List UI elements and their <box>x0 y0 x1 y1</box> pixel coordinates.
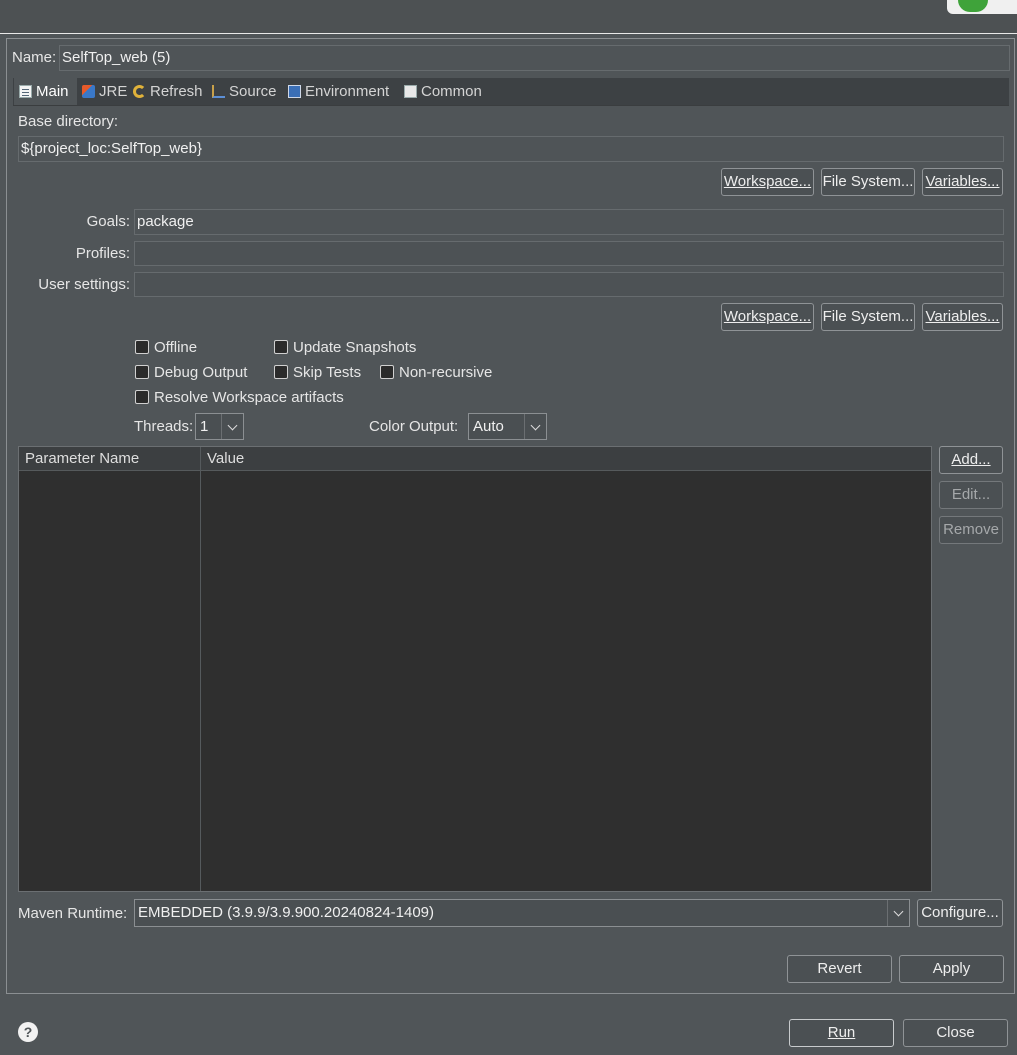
offline-checkbox[interactable] <box>135 340 149 354</box>
button-label: Variables... <box>925 173 1000 190</box>
add-parameter-button[interactable]: Add... <box>939 446 1003 474</box>
base-workspace-button[interactable]: Workspace... <box>721 168 814 196</box>
parameters-table[interactable] <box>18 446 932 892</box>
goals-field[interactable]: package <box>134 209 1004 235</box>
maven-runtime-value: EMBEDDED (3.9.9/3.9.900.20240824-1409) <box>138 904 435 921</box>
threads-label: Threads: <box>134 418 194 435</box>
tab-label: Environment <box>305 83 390 100</box>
column-divider <box>200 447 201 891</box>
apply-button[interactable]: Apply <box>899 955 1004 983</box>
color-output-label: Color Output: <box>369 418 459 435</box>
update-snapshots-label: Update Snapshots <box>293 339 417 356</box>
threads-select[interactable]: 1 <box>195 413 244 440</box>
edit-parameter-button[interactable]: Edit... <box>939 481 1003 509</box>
button-label: Close <box>936 1024 975 1041</box>
debug-output-label: Debug Output <box>154 364 248 381</box>
button-label: Apply <box>932 960 971 977</box>
base-directory-label: Base directory: <box>18 113 119 130</box>
settings-file-system-button[interactable]: File System... <box>821 303 915 331</box>
base-file-system-button[interactable]: File System... <box>821 168 915 196</box>
button-label: File System... <box>822 308 914 325</box>
close-button[interactable]: Close <box>903 1019 1008 1047</box>
tab-jre[interactable]: JRE <box>82 78 127 105</box>
debug-output-checkbox[interactable] <box>135 365 149 379</box>
common-icon <box>404 85 417 98</box>
user-settings-field[interactable] <box>134 272 1004 297</box>
tab-main[interactable]: Main <box>14 78 77 105</box>
goals-label: Goals: <box>86 213 130 230</box>
name-label: Name: <box>12 49 57 66</box>
configure-runtime-button[interactable]: Configure... <box>917 899 1003 927</box>
button-label: Remove <box>943 521 999 538</box>
resolve-workspace-checkbox[interactable] <box>135 390 149 404</box>
chevron-down-icon <box>221 414 243 439</box>
profiles-label: Profiles: <box>75 245 130 262</box>
tab-label: Source <box>229 83 277 100</box>
maven-runtime-label: Maven Runtime: <box>18 905 128 922</box>
update-snapshots-checkbox[interactable] <box>274 340 288 354</box>
base-directory-field[interactable]: ${project_loc:SelfTop_web} <box>18 136 1004 162</box>
jre-icon <box>82 85 95 98</box>
tab-source[interactable]: Source <box>212 78 277 105</box>
button-label: Add... <box>951 451 991 468</box>
non-recursive-checkbox[interactable] <box>380 365 394 379</box>
button-label: Variables... <box>925 308 1000 325</box>
tab-common[interactable]: Common <box>404 78 482 105</box>
name-field[interactable]: SelfTop_web (5) <box>59 45 1010 71</box>
button-label: Workspace... <box>723 308 812 325</box>
skip-tests-checkbox[interactable] <box>274 365 288 379</box>
button-label: File System... <box>822 173 914 190</box>
button-label: Workspace... <box>723 173 812 190</box>
threads-value: 1 <box>200 418 209 435</box>
settings-workspace-button[interactable]: Workspace... <box>721 303 814 331</box>
base-variables-button[interactable]: Variables... <box>922 168 1003 196</box>
offline-label: Offline <box>154 339 198 356</box>
settings-variables-button[interactable]: Variables... <box>922 303 1003 331</box>
remove-parameter-button[interactable]: Remove <box>939 516 1003 544</box>
column-header-value[interactable]: Value <box>201 447 931 471</box>
skip-tests-label: Skip Tests <box>293 364 362 381</box>
button-label: Edit... <box>951 486 991 503</box>
main-tab-icon <box>19 85 32 98</box>
tab-label: JRE <box>99 83 128 100</box>
chevron-down-icon <box>524 414 546 439</box>
button-label: Configure... <box>921 904 999 921</box>
environment-icon <box>288 85 301 98</box>
dialog-header <box>0 0 1017 34</box>
tab-refresh[interactable]: Refresh <box>133 78 203 105</box>
tab-label: Common <box>421 83 482 100</box>
non-recursive-label: Non-recursive <box>399 364 493 381</box>
revert-button[interactable]: Revert <box>787 955 892 983</box>
run-button[interactable]: Run <box>789 1019 894 1047</box>
tab-label: Main <box>36 83 69 100</box>
chevron-down-icon <box>887 900 909 926</box>
button-label: Run <box>827 1024 856 1041</box>
resolve-workspace-label: Resolve Workspace artifacts <box>154 389 344 406</box>
color-output-select[interactable]: Auto <box>468 413 547 440</box>
button-label: Revert <box>817 960 862 977</box>
column-header-parameter-name[interactable]: Parameter Name <box>19 447 200 471</box>
source-icon <box>212 85 225 98</box>
refresh-icon <box>133 85 146 98</box>
help-icon[interactable]: ? <box>18 1022 38 1042</box>
maven-runtime-select[interactable]: EMBEDDED (3.9.9/3.9.900.20240824-1409) <box>134 899 910 927</box>
tab-label: Refresh <box>150 83 203 100</box>
color-output-value: Auto <box>473 418 504 435</box>
tab-environment[interactable]: Environment <box>288 78 389 105</box>
profiles-field[interactable] <box>134 241 1004 266</box>
user-settings-label: User settings: <box>38 276 130 293</box>
